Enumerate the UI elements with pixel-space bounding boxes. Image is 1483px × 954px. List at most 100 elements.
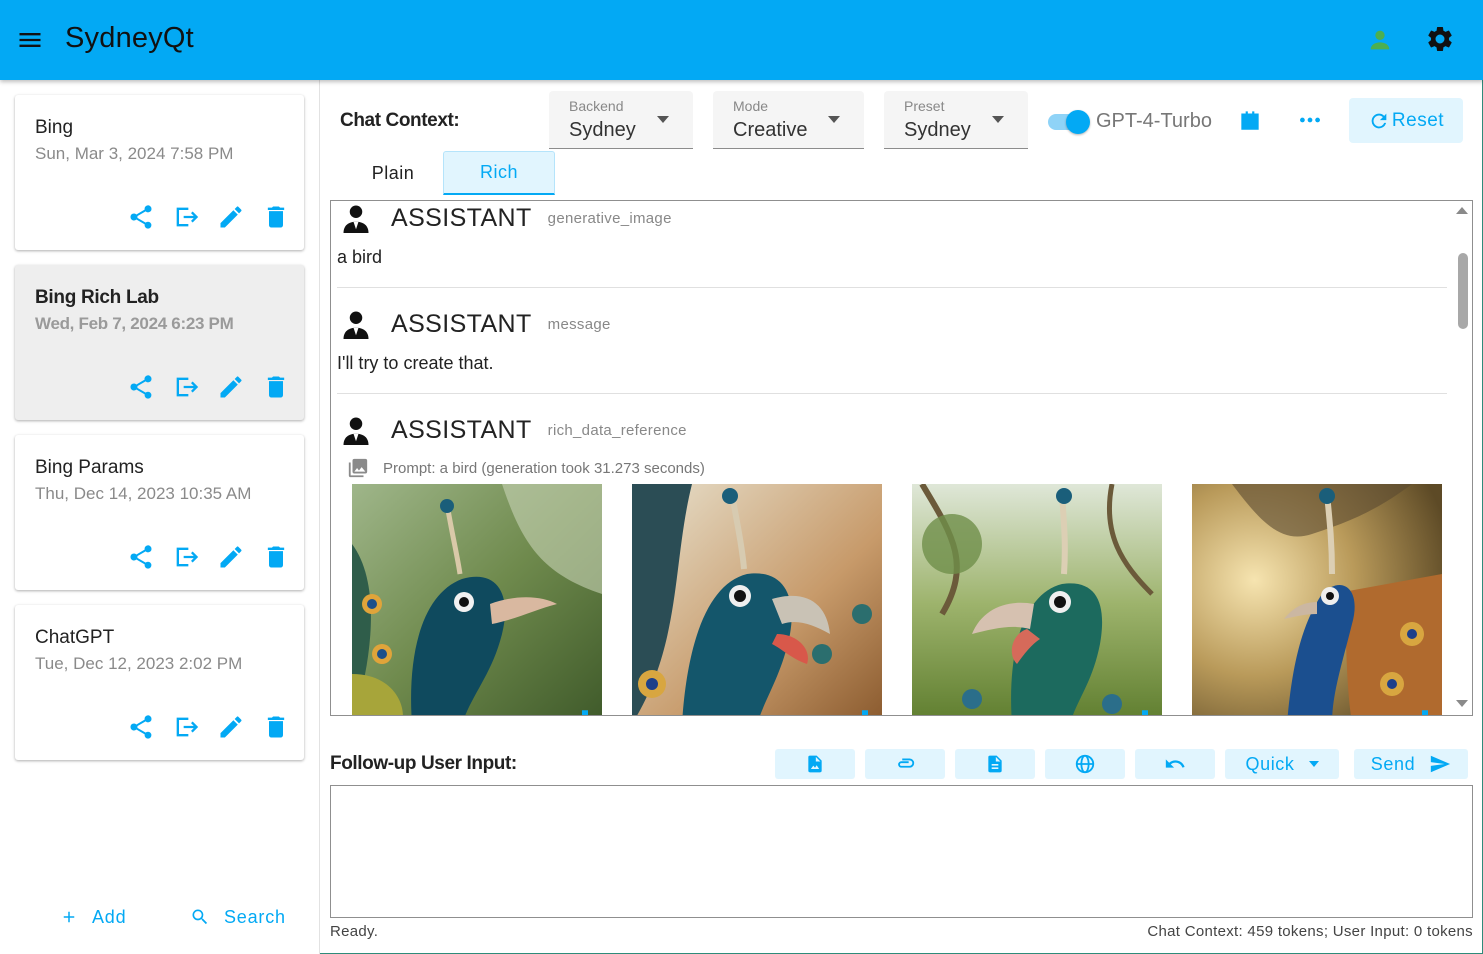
conversation-date: Tue, Dec 12, 2023 2:02 PM [35,654,243,673]
message-divider [337,287,1447,288]
edit-icon[interactable] [217,543,245,571]
conversation-card[interactable]: ChatGPT Tue, Dec 12, 2023 2:02 PM [15,605,304,760]
conversation-card-active[interactable]: Bing Rich Lab Wed, Feb 7, 2024 6:23 PM [15,265,304,420]
document-icon [988,755,1002,773]
delete-icon[interactable] [262,543,290,571]
conversation-title: Bing [35,117,74,138]
refresh-icon [1371,113,1387,128]
conversation-date: Thu, Dec 14, 2023 10:35 AM [35,484,252,503]
conversation-actions [127,203,297,231]
chevron-down-icon [1308,761,1319,767]
delete-icon[interactable] [262,713,290,741]
download-icon[interactable] [576,710,594,716]
upload-image-button[interactable] [775,749,855,779]
app-window: SydneyQt Bing Sun, Mar 3, 2024 7:58 PM B… [0,0,1483,954]
followup-input-field[interactable] [330,785,1473,918]
peacock-image-3[interactable] [912,484,1162,716]
quick-label: Quick [1245,753,1295,774]
peacock-image-2[interactable] [632,484,882,716]
add-conversation-button[interactable]: Add [60,902,126,932]
attach-file-button[interactable] [865,749,945,779]
hamburger-menu-icon[interactable] [16,26,44,54]
preset-select-label: Preset [904,98,945,114]
conversation-actions [127,543,297,571]
conversation-sidebar: Bing Sun, Mar 3, 2024 7:58 PM Bing Rich … [0,80,320,954]
message-role: ASSISTANT [391,203,532,232]
toggle-knob [1066,110,1090,134]
delete-icon[interactable] [262,373,290,401]
export-icon[interactable] [172,373,200,401]
reset-button[interactable]: Reset [1349,98,1463,143]
add-label: Add [92,906,127,927]
conversation-actions [127,713,297,741]
conversation-date: Sun, Mar 3, 2024 7:58 PM [35,144,234,163]
edit-icon[interactable] [217,713,245,741]
search-conversations-button[interactable]: Search [190,902,286,932]
message-type: message [547,315,611,333]
chevron-down-icon [657,116,669,123]
share-icon[interactable] [127,713,155,741]
edit-icon[interactable] [217,373,245,401]
browse-web-button[interactable] [1045,749,1125,779]
tab-plain[interactable]: Plain [343,151,443,195]
message-type: generative_image [547,209,672,227]
tab-rich[interactable]: Rich [443,151,555,195]
conversation-title: Bing Params [35,457,144,478]
gpt4-turbo-label: GPT-4-Turbo [1096,110,1212,132]
plugin-icon[interactable] [1237,107,1263,133]
download-icon[interactable] [856,710,874,716]
gear-icon[interactable] [1425,24,1455,54]
chevron-down-icon [828,116,840,123]
document-button[interactable] [955,749,1035,779]
gpt4-turbo-toggle[interactable] [1048,110,1090,134]
send-button[interactable]: Send [1354,749,1468,779]
person-icon[interactable] [1366,26,1394,54]
conversation-card[interactable]: Bing Params Thu, Dec 14, 2023 10:35 AM [15,435,304,590]
export-icon[interactable] [172,543,200,571]
preset-select[interactable]: Preset Sydney [884,91,1028,149]
export-icon[interactable] [172,713,200,741]
undo-button[interactable] [1135,749,1215,779]
message-divider [337,393,1447,394]
main-panel: Chat Context: Backend Sydney Mode Creati… [320,80,1483,954]
more-horiz-icon[interactable] [1297,107,1323,133]
share-icon[interactable] [127,203,155,231]
message-text: I'll try to create that. [337,353,494,373]
image-file-icon [808,755,822,773]
download-icon[interactable] [1416,710,1434,716]
preset-select-value: Sydney [904,119,971,141]
scroll-up-arrow-icon[interactable] [1456,207,1468,214]
mode-select-label: Mode [733,98,769,114]
quick-actions-dropdown[interactable]: Quick [1225,749,1339,779]
plus-icon [63,911,75,923]
message-text: a bird [337,247,383,267]
peacock-image-4[interactable] [1192,484,1442,716]
send-label: Send [1370,753,1416,774]
edit-icon[interactable] [217,203,245,231]
scroll-down-arrow-icon[interactable] [1456,700,1468,707]
scrollbar-thumb[interactable] [1458,253,1468,329]
mode-select[interactable]: Mode Creative [713,91,864,149]
conversation-actions [127,373,297,401]
chevron-down-icon [992,116,1004,123]
share-icon[interactable] [127,543,155,571]
attachment-icon [898,758,915,768]
share-icon[interactable] [127,373,155,401]
download-icon[interactable] [1136,710,1154,716]
message-role: ASSISTANT [391,415,532,444]
delete-icon[interactable] [262,203,290,231]
image-prompt-text: Prompt: a bird (generation took 31.273 s… [383,459,705,477]
chat-context-label: Chat Context: [340,110,460,131]
message-type: rich_data_reference [547,421,687,439]
assistant-avatar-icon [343,311,369,339]
undo-icon [1165,759,1185,768]
chat-view[interactable]: ASSISTANT generative_image a bird ASSIST… [330,200,1473,716]
peacock-image-1[interactable] [352,484,602,716]
backend-select[interactable]: Backend Sydney [549,91,693,149]
assistant-avatar-icon [343,417,369,445]
search-label: Search [224,906,286,927]
export-icon[interactable] [172,203,200,231]
chat-scrollbar[interactable] [1454,201,1472,715]
message-header: ASSISTANT message [337,307,611,341]
conversation-card[interactable]: Bing Sun, Mar 3, 2024 7:58 PM [15,95,304,250]
